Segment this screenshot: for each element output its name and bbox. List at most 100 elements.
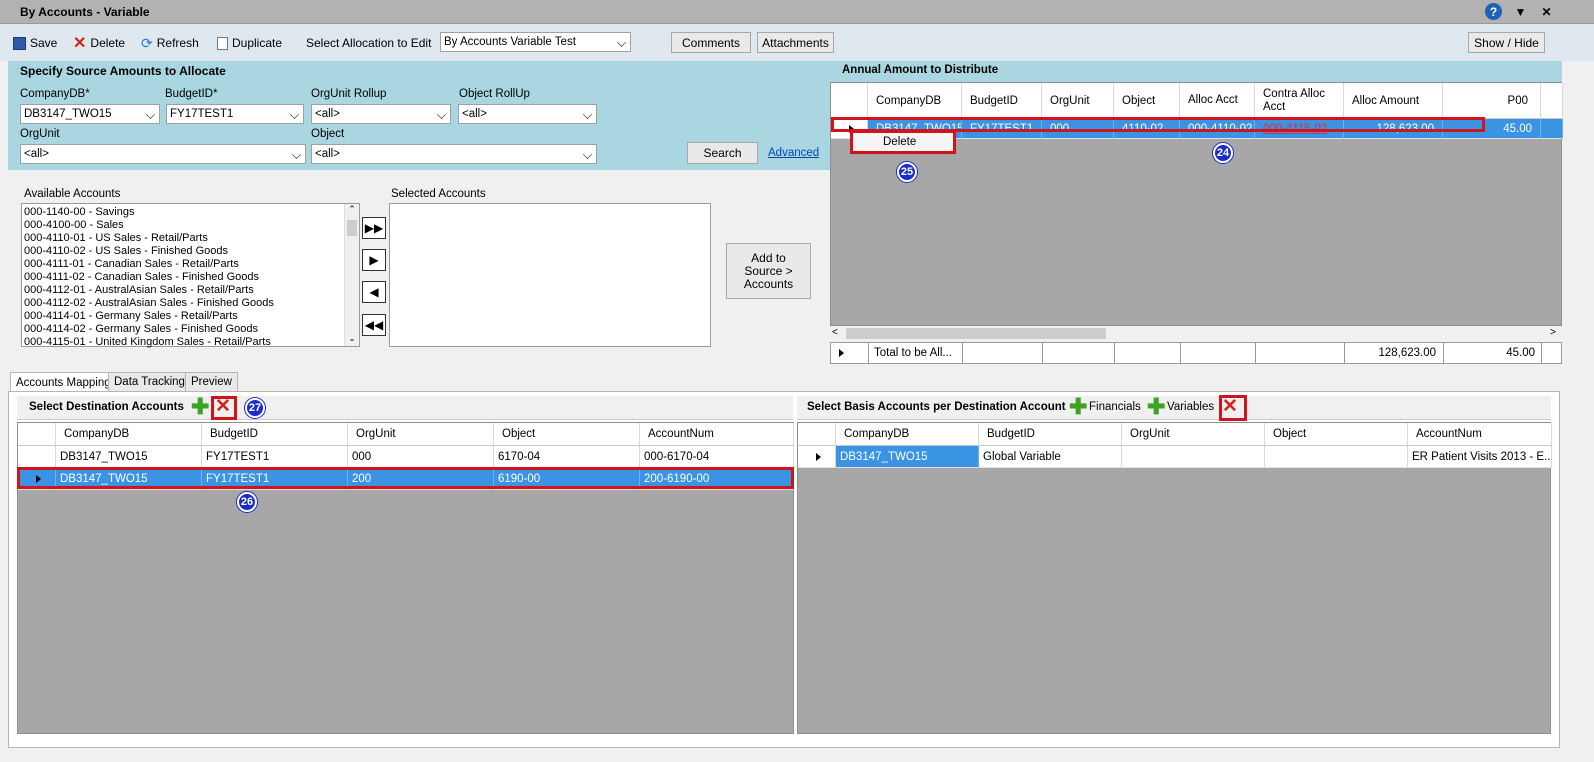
available-accounts-list[interactable]: 000-1140-00 - Savings 000-4100-00 - Sales… [21, 203, 360, 349]
table-cell[interactable]: FY17TEST1 [202, 446, 348, 468]
table-cell[interactable]: 200 [348, 468, 494, 490]
column-header[interactable]: P00 [1443, 83, 1541, 119]
search-button[interactable]: Search [687, 142, 758, 164]
table-cell[interactable]: ER Patient Visits 2013 - E... [1408, 446, 1552, 468]
column-header[interactable]: AccountNum [1408, 423, 1552, 446]
table-cell[interactable]: 128,623.00 [1344, 119, 1443, 139]
red-x-icon[interactable]: ✕ [215, 397, 231, 416]
table-cell[interactable]: 000-4115-02 [1255, 119, 1344, 139]
chevron-up-icon[interactable]: ⌃ [345, 204, 359, 218]
allocation-select[interactable]: By Accounts Variable Test [440, 32, 631, 52]
plus-icon[interactable]: ✚ [191, 396, 209, 418]
advanced-link[interactable]: Advanced [768, 147, 819, 159]
tab-data-tracking[interactable]: Data Tracking [108, 372, 191, 391]
orgunit-rollup-select[interactable]: <all> [311, 104, 451, 124]
table-cell[interactable]: 000-6170-04 [640, 446, 794, 468]
column-header[interactable]: BudgetID [962, 83, 1042, 119]
list-item[interactable]: 000-4115-01 - United Kingdom Sales - Ret… [22, 336, 359, 349]
context-menu-delete[interactable]: Delete [883, 136, 916, 148]
minimize-icon[interactable]: ▼ [1512, 3, 1529, 20]
column-header[interactable]: Object [494, 423, 640, 446]
attachments-button[interactable]: Attachments [757, 32, 834, 53]
scroll-thumb[interactable] [347, 220, 357, 236]
column-header[interactable]: OrgUnit [1042, 83, 1114, 119]
list-item[interactable]: 000-1140-00 - Savings [22, 206, 359, 219]
column-header[interactable]: AccountNum [640, 423, 794, 446]
table-cell[interactable]: FY17TEST1 [202, 468, 348, 490]
table-cell[interactable]: 000 [348, 446, 494, 468]
move-all-right-button[interactable]: ▶▶ [362, 217, 386, 239]
help-icon[interactable]: ? [1485, 3, 1502, 20]
list-item[interactable]: 000-4112-01 - AustralAsian Sales - Retai… [22, 284, 359, 297]
chevron-down-icon [290, 110, 299, 119]
add-to-source-button[interactable]: Add to Source > Accounts [726, 243, 811, 299]
plus-icon[interactable]: ✚ [1147, 396, 1165, 418]
selected-accounts-list[interactable] [389, 203, 711, 347]
tab-preview[interactable]: Preview [185, 372, 238, 391]
table-cell[interactable]: DB3147_TWO15 [56, 468, 202, 490]
table-cell[interactable]: 000 [1042, 119, 1114, 139]
horizontal-scrollbar[interactable]: < > [830, 326, 1562, 341]
comments-button[interactable]: Comments [671, 32, 751, 53]
list-item[interactable]: 000-4112-02 - AustralAsian Sales - Finis… [22, 297, 359, 310]
scrollbar[interactable]: ⌃ ⌄ [344, 204, 359, 346]
table-cell[interactable]: 000-4110-02 [1180, 119, 1255, 139]
column-header[interactable]: CompanyDB [836, 423, 979, 446]
column-header[interactable]: BudgetID [202, 423, 348, 446]
budget-select[interactable]: FY17TEST1 [166, 104, 304, 124]
scroll-thumb[interactable] [846, 328, 1106, 339]
list-item[interactable]: 000-4100-00 - Sales [22, 219, 359, 232]
row-indicator[interactable] [798, 446, 836, 468]
object-rollup-select[interactable]: <all> [458, 104, 597, 124]
close-icon[interactable]: ✕ [1538, 3, 1555, 20]
move-left-button[interactable]: ◀ [362, 281, 386, 303]
red-x-icon[interactable]: ✕ [1222, 397, 1238, 416]
table-cell[interactable]: 6190-00 [494, 468, 640, 490]
list-item[interactable]: 000-4110-01 - US Sales - Retail/Parts [22, 232, 359, 245]
list-item[interactable]: 000-4111-01 - Canadian Sales - Retail/Pa… [22, 258, 359, 271]
row-indicator[interactable] [18, 468, 56, 490]
column-header[interactable]: Alloc Acct [1180, 83, 1255, 119]
column-header[interactable]: OrgUnit [348, 423, 494, 446]
chevron-down-icon[interactable]: ⌄ [345, 333, 359, 344]
table-cell[interactable]: 6170-04 [494, 446, 640, 468]
plus-icon[interactable]: ✚ [1069, 396, 1087, 418]
chevron-right-icon[interactable]: > [1550, 327, 1556, 338]
table-cell[interactable]: 45.00 [1443, 119, 1541, 139]
table-cell[interactable] [1265, 446, 1408, 468]
table-cell[interactable]: FY17TEST1 [962, 119, 1042, 139]
column-header[interactable]: OrgUnit [1122, 423, 1265, 446]
variables-button[interactable]: Variables [1167, 401, 1214, 413]
move-all-left-button[interactable]: ◀◀ [362, 314, 386, 336]
table-cell[interactable]: DB3147_TWO15 [56, 446, 202, 468]
column-header[interactable]: CompanyDB [868, 83, 962, 119]
object-select[interactable]: <all> [311, 144, 597, 164]
list-item[interactable]: 000-4114-02 - Germany Sales - Finished G… [22, 323, 359, 336]
row-indicator[interactable] [18, 446, 56, 468]
delete-button[interactable]: ✕ Delete [73, 34, 125, 52]
chevron-left-icon[interactable]: < [832, 327, 838, 338]
move-right-button[interactable]: ▶ [362, 249, 386, 271]
column-header[interactable]: BudgetID [979, 423, 1122, 446]
refresh-button[interactable]: ⟳ Refresh [141, 34, 199, 52]
orgunit-select[interactable]: <all> [20, 144, 306, 164]
list-item[interactable]: 000-4111-02 - Canadian Sales - Finished … [22, 271, 359, 284]
column-header[interactable]: Alloc Amount [1344, 83, 1443, 119]
column-header[interactable]: CompanyDB [56, 423, 202, 446]
list-item[interactable]: 000-4110-02 - US Sales - Finished Goods [22, 245, 359, 258]
show-hide-button[interactable]: Show / Hide [1468, 32, 1545, 53]
tab-accounts-mapping[interactable]: Accounts Mapping [10, 372, 117, 392]
table-cell[interactable]: 4110-02 [1114, 119, 1180, 139]
list-item[interactable]: 000-4114-01 - Germany Sales - Retail/Par… [22, 310, 359, 323]
table-cell[interactable]: Global Variable [979, 446, 1122, 468]
table-cell[interactable]: DB3147_TWO15 [836, 446, 979, 468]
save-button[interactable]: Save [13, 34, 57, 52]
table-cell[interactable] [1122, 446, 1265, 468]
table-cell[interactable]: 200-6190-00 [640, 468, 794, 490]
financials-button[interactable]: Financials [1089, 401, 1141, 413]
column-header[interactable]: Object [1114, 83, 1180, 119]
column-header[interactable]: Contra Alloc Acct [1255, 83, 1344, 119]
column-header[interactable]: Object [1265, 423, 1408, 446]
duplicate-button[interactable]: Duplicate [217, 34, 282, 52]
company-select[interactable]: DB3147_TWO15 [20, 104, 160, 124]
